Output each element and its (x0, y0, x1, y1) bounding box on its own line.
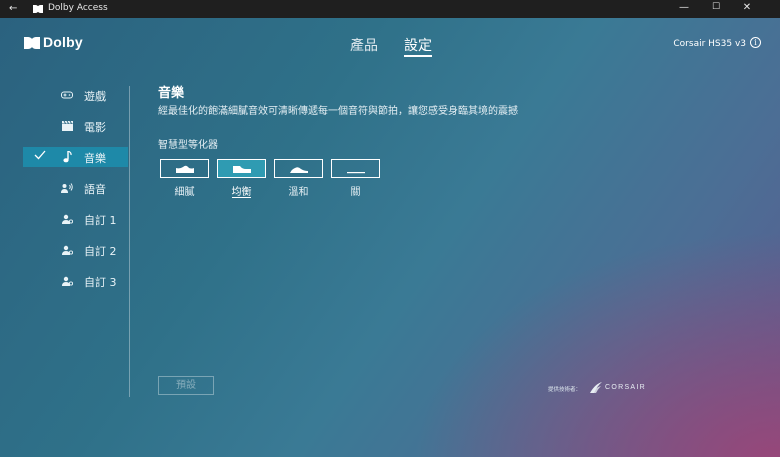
eq-off-label: 關 (350, 187, 361, 198)
eq-off-icon (347, 172, 365, 174)
sidebar-item-voice[interactable]: 語音 (23, 178, 128, 198)
user-custom-icon (61, 244, 73, 256)
tab-products[interactable]: 產品 (350, 35, 378, 55)
user-custom-icon (61, 213, 73, 225)
close-button[interactable]: ✕ (740, 2, 754, 13)
eq-balanced-button[interactable] (217, 159, 266, 178)
tab-products-label: 產品 (350, 38, 378, 54)
voice-icon (61, 182, 73, 194)
sidebar-item-games[interactable]: 遊戲 (23, 85, 128, 105)
device-name: Corsair HS35 v3 (673, 39, 746, 49)
sidebar-item-movies[interactable]: 電影 (23, 116, 128, 136)
section-description: 經最佳化的飽滿細膩音效可清晰傳遞每一個音符與節拍，讓您感受身臨其境的震撼 (158, 106, 518, 117)
tab-settings[interactable]: 設定 (404, 35, 432, 57)
sidebar-item-label: 自訂 2 (84, 245, 117, 258)
corsair-sails-icon (590, 382, 602, 393)
music-note-icon (61, 151, 73, 163)
eq-balanced-icon (233, 166, 251, 173)
back-arrow-icon[interactable]: ← (9, 3, 17, 14)
eq-detailed-button[interactable] (160, 159, 209, 178)
selected-eq-underline (232, 197, 251, 198)
sidebar-item-custom-1[interactable]: 自訂 1 (23, 209, 128, 229)
sidebar-item-label: 遊戲 (84, 90, 106, 103)
tab-settings-label: 設定 (404, 38, 432, 54)
sidebar-item-label: 語音 (84, 183, 106, 196)
eq-balanced-label: 均衡 (231, 187, 252, 198)
sidebar-item-music[interactable]: 音樂 (23, 147, 128, 167)
clapperboard-icon (61, 120, 73, 132)
sidebar-item-custom-2[interactable]: 自訂 2 (23, 240, 128, 260)
info-icon[interactable]: i (750, 37, 761, 48)
eq-warm-label: 溫和 (288, 187, 309, 198)
gamepad-icon (61, 89, 73, 101)
section-title: 音樂 (158, 86, 185, 101)
checkmark-icon (34, 149, 46, 164)
title-bar: ← Dolby Access — ☐ ✕ (0, 0, 780, 18)
brand-name: Dolby (43, 34, 83, 50)
eq-warm-icon (290, 167, 308, 173)
dolby-logo-icon (33, 5, 43, 13)
eq-detailed-label: 細膩 (174, 187, 195, 198)
maximize-button[interactable]: ☐ (709, 2, 723, 12)
app-content: Dolby 產品 設定 Corsair HS35 v3 i 遊戲 電影 音樂 語… (0, 18, 780, 457)
minimize-button[interactable]: — (677, 2, 691, 13)
eq-label: 智慧型等化器 (158, 140, 218, 151)
active-tab-underline (404, 55, 432, 57)
user-custom-icon (61, 275, 73, 287)
eq-off-button[interactable] (331, 159, 380, 178)
reset-button[interactable]: 預設 (158, 376, 214, 395)
window-title: Dolby Access (48, 3, 108, 13)
dolby-logo-icon (24, 37, 40, 49)
eq-warm-button[interactable] (274, 159, 323, 178)
sidebar-item-label: 自訂 1 (84, 214, 117, 227)
sidebar-item-label: 音樂 (84, 152, 106, 165)
sidebar-divider (129, 86, 130, 397)
sidebar-item-custom-3[interactable]: 自訂 3 (23, 271, 128, 291)
eq-detailed-icon (176, 165, 194, 173)
sidebar-item-label: 電影 (84, 121, 106, 134)
sidebar-item-label: 自訂 3 (84, 276, 117, 289)
provided-by-label: 提供技術者： (548, 387, 582, 393)
corsair-text: CORSAIR (605, 384, 646, 391)
